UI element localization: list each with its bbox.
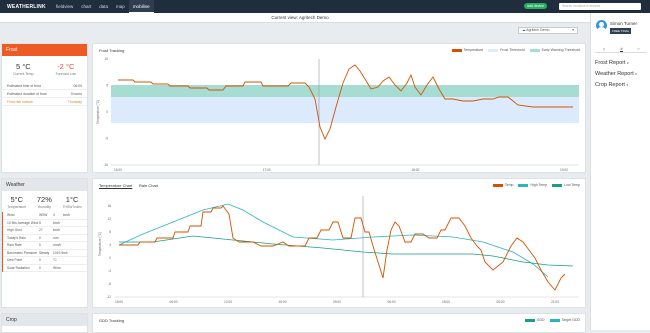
- x-tick-label: 16:00: [114, 168, 122, 172]
- y-tick-label: -4: [108, 269, 111, 273]
- weather-row: Dew Point 0 °C: [3, 257, 87, 265]
- chevron-down-icon: ▾: [635, 72, 637, 76]
- y-tick-label: 0: [109, 256, 111, 260]
- frost-outlook-row: Frost risk outlook Thursday: [2, 98, 87, 106]
- weather-panel: Weather 5°C Temperature 72% Humidity 1°C TH…: [1, 178, 88, 308]
- y-axis-label: Temperature (°C): [96, 100, 100, 124]
- crop-report-link[interactable]: Crop Report ▾: [595, 82, 628, 88]
- y-tick-label: 12: [107, 217, 111, 221]
- site-dropdown-value: Agritech Demo: [526, 28, 550, 32]
- x-tick-label: 06:00: [497, 300, 505, 304]
- app-logo[interactable]: WEATHERLINK: [7, 4, 47, 10]
- frost-panel: Frost 5 °C Current Temp -2 °C Forecast Low…: [1, 43, 88, 173]
- thsw-label: THSW Index: [62, 205, 82, 209]
- frost-header[interactable]: Frost: [2, 44, 87, 56]
- x-tick-label: 06:00: [170, 300, 178, 304]
- x-tick-label: 12:00: [224, 300, 232, 304]
- weather-row: Solar Radiation 0 W/m²: [3, 265, 87, 272]
- gdd-chart-title: GDD Tracking: [99, 318, 125, 323]
- nav-fieldview[interactable]: fieldview: [52, 0, 77, 13]
- weather-row: High Gust 27 km/h: [3, 227, 87, 235]
- low-temp-line: [119, 235, 574, 267]
- gdd-chart-legend: GDD Target GDD: [520, 318, 580, 322]
- search-input[interactable]: Search locations & devices: [559, 3, 641, 10]
- weather-row: Today's Rain 0 mm: [3, 235, 87, 242]
- x-tick-label: 21:00: [551, 300, 559, 304]
- x-tick-label: 09:00: [333, 300, 341, 304]
- current-temp-label: Current Temp: [13, 72, 34, 76]
- temperature-chart[interactable]: 16 12 8 4 0 -4 -8 -12 18:00 06:00 12:00 15:00 09:00 0…: [93, 182, 587, 308]
- chevron-down-icon: ▾: [572, 28, 574, 32]
- y-tick-label: 10: [104, 57, 108, 61]
- circle-icon[interactable]: ○: [637, 46, 639, 52]
- y-tick-label: -12: [106, 295, 111, 299]
- nav-chart[interactable]: chart: [77, 0, 95, 13]
- top-nav-bar: WEATHERLINK fieldview chart data map mob…: [0, 0, 650, 13]
- legend-target-gdd[interactable]: Target GDD: [549, 318, 580, 322]
- hash-icon[interactable]: #: [620, 46, 623, 52]
- frost-duration-row: Estimated duration of frost 3 hours: [2, 90, 87, 98]
- y-tick-label: 5: [106, 84, 108, 88]
- nav-mobiline[interactable]: mobiline: [128, 0, 154, 13]
- frost-chart[interactable]: 10 5 0 -5 -10 16:00 17:00 18:00 19:00 Temperature…: [93, 47, 587, 173]
- humidity-value: 72%: [36, 195, 52, 204]
- gdd-chart-panel: GDD Tracking GDD Target GDD: [92, 313, 586, 333]
- y-tick-label: 4: [109, 243, 111, 247]
- thsw-value: 1°C: [65, 195, 79, 204]
- add-device-button[interactable]: add device: [524, 3, 547, 9]
- user-name[interactable]: Simon Turner: [610, 21, 637, 26]
- site-dropdown[interactable]: ☁ Agritech Demo ▾: [518, 27, 578, 34]
- temp-chart-panel: Temperature Chart Rain Chart Temp High T…: [92, 178, 586, 308]
- y-tick-label: 0: [106, 110, 108, 114]
- x-tick-label: 06:00: [388, 300, 396, 304]
- frost-time-row: Estimated time of frost 06:00: [2, 82, 87, 90]
- sidebar-tabs: ☼ # ○: [595, 46, 647, 53]
- right-sidebar: Simon Turner FREE TRIAL ☼ # ○ Frost Repo…: [590, 13, 650, 330]
- current-temp-value: 5 °C: [15, 62, 31, 71]
- x-tick-label: 15:00: [279, 300, 287, 304]
- weather-row: Barometric Pressure Steady 1019.5 mb: [3, 250, 87, 257]
- weather-temp-value: 5°C: [10, 195, 24, 204]
- user-avatar[interactable]: [596, 20, 607, 31]
- crop-panel: Crop: [1, 313, 88, 333]
- weather-temp-label: Temperature: [7, 205, 27, 209]
- humidity-label: Humidity: [37, 205, 51, 209]
- weather-header[interactable]: Weather: [2, 179, 87, 191]
- y-tick-label: 16: [107, 204, 111, 208]
- y-tick-label: 8: [109, 230, 111, 234]
- forecast-low-value: -2 °C: [57, 62, 75, 71]
- chevron-down-icon: ▾: [627, 61, 629, 65]
- y-tick-label: -10: [103, 163, 108, 167]
- nav-map[interactable]: map: [112, 0, 129, 13]
- forecast-low-label: Forecast Low: [55, 72, 76, 76]
- early-warning-band: [111, 85, 579, 97]
- nav-data[interactable]: data: [95, 0, 112, 13]
- main-nav: fieldview chart data map mobiline: [52, 0, 154, 13]
- x-tick-label: 17:00: [263, 168, 271, 172]
- high-temp-line: [118, 203, 549, 278]
- x-tick-label: 18:00: [115, 300, 123, 304]
- free-trial-badge[interactable]: FREE TRIAL: [610, 28, 632, 34]
- current-view-title: Current view: Agritech Demo: [0, 13, 600, 23]
- temp-line: [119, 205, 566, 291]
- frost-report-link[interactable]: Frost Report ▾: [595, 60, 629, 66]
- weather-report-link[interactable]: Weather Report ▾: [595, 71, 637, 77]
- chevron-down-icon: ▾: [626, 83, 629, 87]
- weather-row: Rain Rate 0 mm/h: [3, 242, 87, 250]
- x-tick-label: 19:00: [560, 168, 568, 172]
- legend-gdd[interactable]: GDD: [524, 318, 545, 322]
- y-tick-label: -5: [105, 137, 108, 141]
- x-tick-label: 18:00: [411, 168, 419, 172]
- weather-row: 10 Min Average Wind 5 km/h: [3, 220, 87, 227]
- crop-header[interactable]: Crop: [2, 314, 87, 326]
- weather-row: Wind WSW 4 km/h: [3, 212, 87, 220]
- frost-chart-panel: Frost Tracking Temperature Frost Thresho…: [92, 43, 586, 173]
- x-tick-label: 18:00: [442, 300, 450, 304]
- y-tick-label: -8: [108, 282, 111, 286]
- y-axis-label: Temperature (°C): [98, 232, 102, 256]
- sun-icon[interactable]: ☼: [602, 46, 606, 52]
